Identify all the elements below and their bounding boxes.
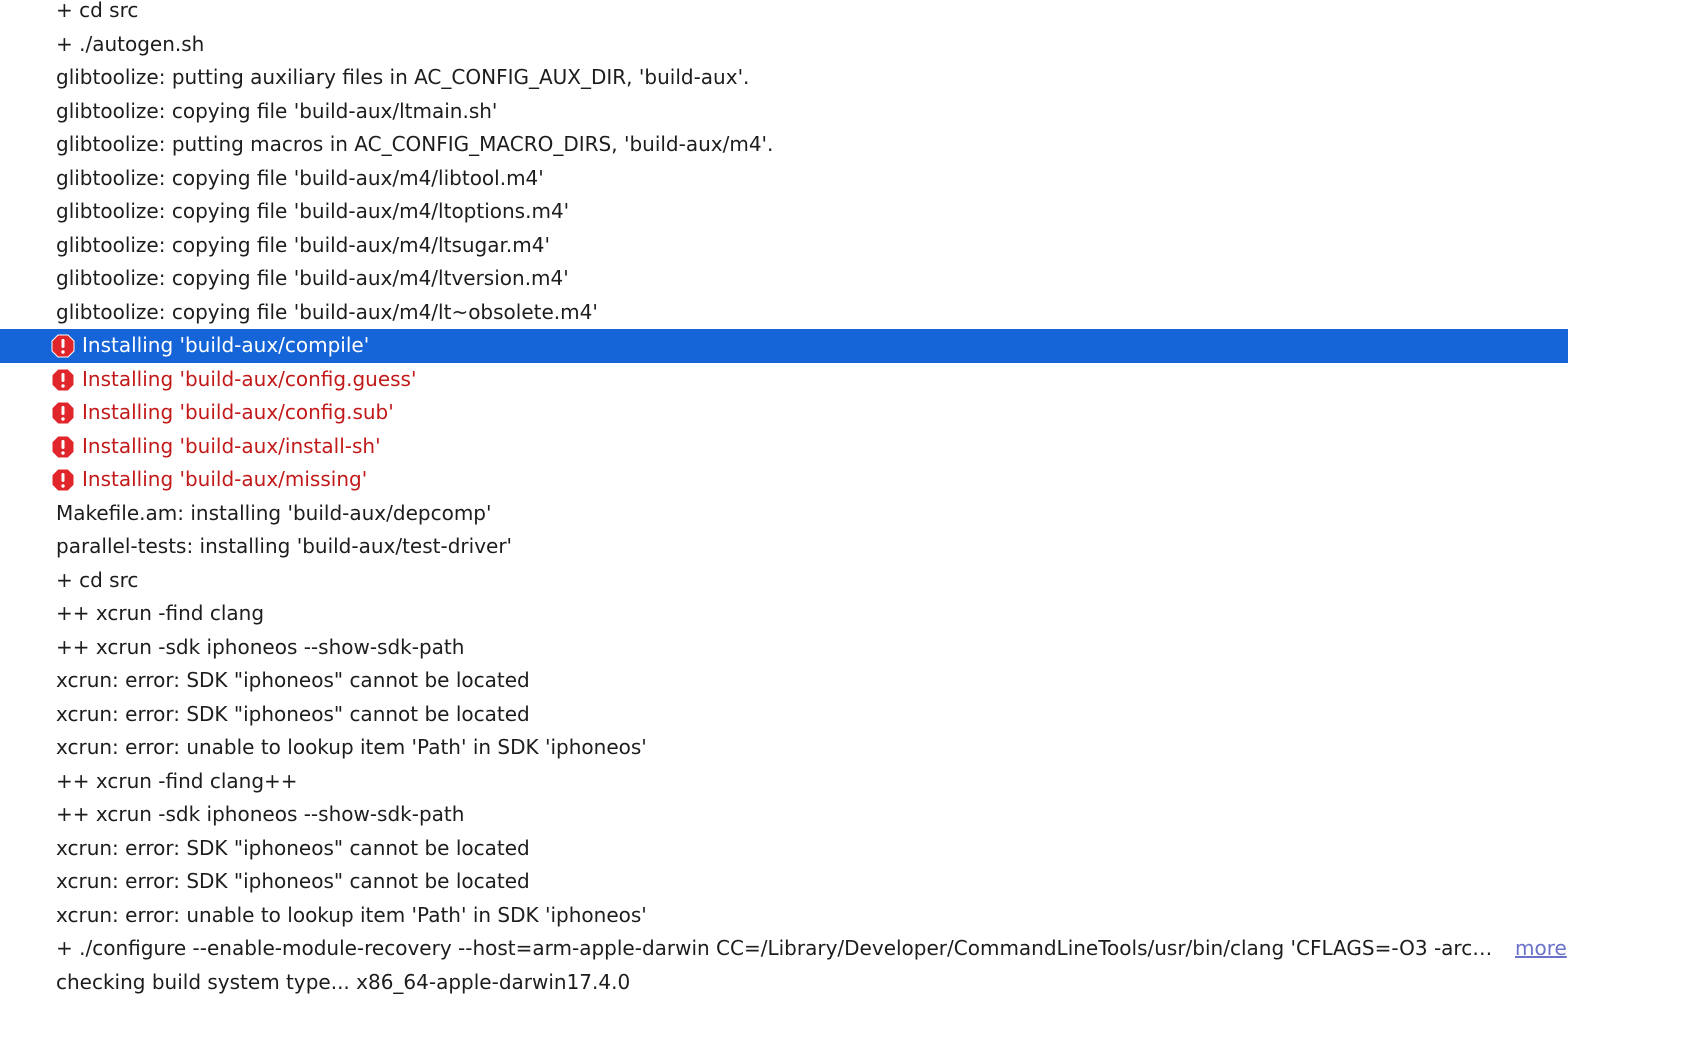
log-line-text: + cd src: [56, 0, 139, 22]
log-line-text: Installing 'build-aux/compile': [82, 333, 370, 357]
log-line-text: ++ xcrun -sdk iphoneos --show-sdk-path: [56, 634, 465, 659]
log-line-error[interactable]: Installing 'build-aux/config.guess': [0, 363, 1568, 397]
log-line[interactable]: glibtoolize: putting macros in AC_CONFIG…: [0, 128, 1568, 162]
log-line[interactable]: xcrun: error: SDK "iphoneos" cannot be l…: [0, 832, 1568, 866]
log-line[interactable]: + cd src: [0, 564, 1568, 598]
log-line-text: glibtoolize: copying file 'build-aux/m4/…: [56, 266, 569, 290]
exclamation-circle-icon: [51, 435, 75, 459]
log-line-text: Installing 'build-aux/config.guess': [82, 366, 417, 391]
log-line-text: ++ xcrun -find clang++: [56, 768, 298, 793]
log-line-text: glibtoolize: putting auxiliary files in …: [56, 65, 750, 89]
log-line[interactable]: parallel-tests: installing 'build-aux/te…: [0, 530, 1568, 564]
log-line[interactable]: Makefile.am: installing 'build-aux/depco…: [0, 497, 1568, 531]
log-line[interactable]: + ./configure --enable-module-recovery -…: [0, 932, 1568, 966]
log-line[interactable]: xcrun: error: unable to lookup item 'Pat…: [0, 731, 1568, 765]
log-line[interactable]: xcrun: error: SDK "iphoneos" cannot be l…: [0, 865, 1568, 899]
log-line-text: xcrun: error: SDK "iphoneos" cannot be l…: [56, 701, 530, 726]
log-line[interactable]: glibtoolize: copying file 'build-aux/m4/…: [0, 262, 1568, 296]
log-line-text: Installing 'build-aux/install-sh': [82, 433, 381, 458]
log-line-text: Installing 'build-aux/config.sub': [82, 400, 394, 424]
log-line-text: xcrun: error: SDK "iphoneos" cannot be l…: [56, 668, 530, 692]
log-line[interactable]: ++ xcrun -sdk iphoneos --show-sdk-path: [0, 631, 1568, 665]
log-line-error[interactable]: Installing 'build-aux/install-sh': [0, 430, 1568, 464]
log-line[interactable]: xcrun: error: SDK "iphoneos" cannot be l…: [0, 664, 1568, 698]
log-line-text: + ./configure --enable-module-recovery -…: [56, 936, 1502, 960]
log-line-text: ++ xcrun -sdk iphoneos --show-sdk-path: [56, 802, 465, 826]
log-line[interactable]: checking build system type... x86_64-app…: [0, 966, 1568, 1000]
log-line-text: glibtoolize: copying file 'build-aux/m4/…: [56, 165, 544, 190]
log-line[interactable]: glibtoolize: copying file 'build-aux/ltm…: [0, 95, 1568, 129]
log-line-text: glibtoolize: copying file 'build-aux/ltm…: [56, 98, 498, 123]
log-line[interactable]: glibtoolize: putting auxiliary files in …: [0, 61, 1568, 95]
log-line[interactable]: glibtoolize: copying file 'build-aux/m4/…: [0, 195, 1568, 229]
log-line-text: Installing 'build-aux/missing': [82, 467, 368, 491]
log-line-text: Makefile.am: installing 'build-aux/depco…: [56, 500, 492, 525]
log-line-text: xcrun: error: SDK "iphoneos" cannot be l…: [56, 869, 530, 893]
log-line[interactable]: xcrun: error: unable to lookup item 'Pat…: [0, 899, 1568, 933]
log-line-text: parallel-tests: installing 'build-aux/te…: [56, 534, 513, 558]
log-line-text: glibtoolize: copying file 'build-aux/m4/…: [56, 199, 570, 223]
log-line[interactable]: ++ xcrun -sdk iphoneos --show-sdk-path: [0, 798, 1568, 832]
log-line[interactable]: xcrun: error: SDK "iphoneos" cannot be l…: [0, 698, 1568, 732]
log-line-text: xcrun: error: unable to lookup item 'Pat…: [56, 735, 647, 759]
log-line[interactable]: glibtoolize: copying file 'build-aux/m4/…: [0, 229, 1568, 263]
exclamation-circle-icon: [51, 401, 75, 425]
log-line-text: xcrun: error: unable to lookup item 'Pat…: [56, 902, 647, 927]
log-line-text: checking build system type... x86_64-app…: [56, 969, 631, 994]
log-line[interactable]: glibtoolize: copying file 'build-aux/m4/…: [0, 296, 1568, 330]
log-line-text: glibtoolize: copying file 'build-aux/m4/…: [56, 299, 598, 324]
log-line[interactable]: ++ xcrun -find clang++: [0, 765, 1568, 799]
log-line-error[interactable]: Installing 'build-aux/compile': [0, 329, 1568, 363]
log-line[interactable]: + ./autogen.sh: [0, 28, 1568, 62]
log-line-error[interactable]: Installing 'build-aux/config.sub': [0, 396, 1568, 430]
log-line-text: + cd src: [56, 567, 139, 592]
log-line-text: + ./autogen.sh: [56, 31, 205, 56]
build-log: + cd src + ./autogen.sh glibtoolize: putti…: [0, 0, 1568, 999]
log-line-text: glibtoolize: copying file 'build-aux/m4/…: [56, 232, 550, 257]
exclamation-circle-icon: [51, 368, 75, 392]
exclamation-circle-icon: [51, 334, 75, 358]
log-line-error[interactable]: Installing 'build-aux/missing': [0, 463, 1568, 497]
more-link[interactable]: more: [1515, 932, 1567, 966]
log-line[interactable]: + cd src: [0, 0, 1568, 28]
log-line-text: glibtoolize: putting macros in AC_CONFIG…: [56, 132, 774, 156]
log-line[interactable]: ++ xcrun -find clang: [0, 597, 1568, 631]
log-line[interactable]: glibtoolize: copying file 'build-aux/m4/…: [0, 162, 1568, 196]
log-line-text: xcrun: error: SDK "iphoneos" cannot be l…: [56, 835, 530, 860]
exclamation-circle-icon: [51, 468, 75, 492]
log-line-text: ++ xcrun -find clang: [56, 601, 265, 625]
